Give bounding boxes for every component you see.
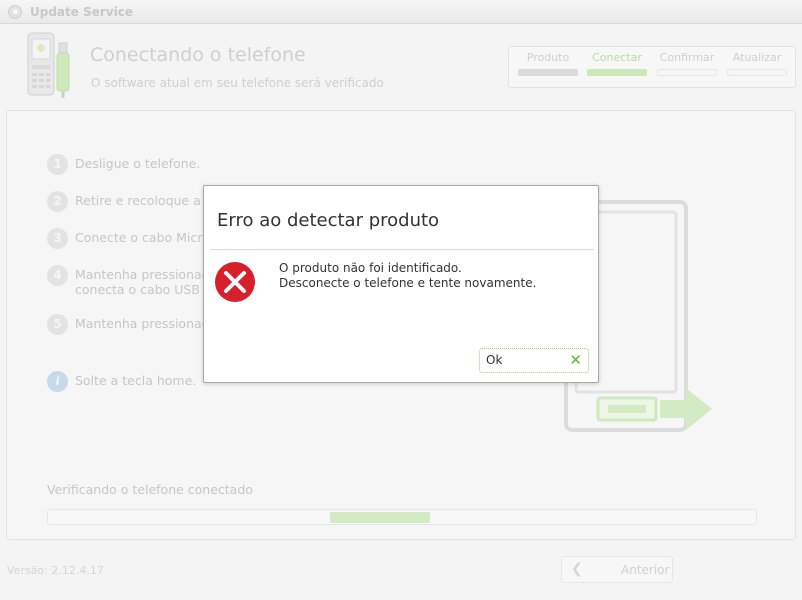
- progress-bar: [47, 509, 757, 525]
- back-button-label: Anterior: [621, 563, 670, 577]
- instruction-3: 3 Conecte o cabo Micro: [47, 228, 210, 249]
- step-produto: Produto: [518, 51, 578, 76]
- error-dialog: Erro ao detectar produto O produto não f…: [203, 185, 599, 383]
- close-icon: ✕: [569, 351, 582, 369]
- instruction-info: i Solte a tecla home.: [47, 371, 197, 392]
- dialog-message-line2: Desconecte o telefone e tente novamente.: [279, 276, 537, 290]
- step-label: Confirmar: [659, 51, 715, 64]
- dialog-message-line1: O produto não foi identificado.: [279, 261, 462, 275]
- step-label: Atualizar: [732, 51, 782, 64]
- step-number-badge: 3: [47, 228, 68, 249]
- title-bar: Update Service: [0, 0, 802, 24]
- step-indicator: [727, 69, 787, 76]
- instruction-text: Mantenha pressionada: [75, 316, 218, 331]
- step-conectar: Conectar: [587, 51, 647, 76]
- instruction-text: Retire e recoloque a b: [75, 193, 213, 208]
- phone-usb-icon: [27, 32, 70, 98]
- step-indicator: [518, 69, 578, 76]
- step-label: Conectar: [592, 51, 642, 64]
- ok-button-label: Ok: [486, 353, 503, 367]
- version-label: Versão: 2.12.4.17: [7, 564, 104, 577]
- info-icon: i: [47, 371, 68, 392]
- page-subtitle: O software atual em seu telefone será ve…: [91, 76, 384, 90]
- instruction-text-line2: conecta o cabo USB a: [75, 282, 212, 297]
- ok-button[interactable]: Ok ✕: [479, 348, 589, 373]
- wizard-steps: Produto Conectar Confirmar Atualizar: [508, 46, 796, 88]
- step-number-badge: 4: [47, 265, 68, 286]
- dialog-message: O produto não foi identificado. Desconec…: [279, 261, 536, 291]
- window-title: Update Service: [30, 5, 133, 19]
- instruction-1: 1 Desligue o telefone.: [47, 154, 201, 175]
- step-number-badge: 5: [47, 314, 68, 335]
- step-indicator: [587, 69, 647, 76]
- sony-ericsson-logo-icon: [8, 5, 22, 19]
- step-indicator: [657, 69, 717, 76]
- step-confirmar: Confirmar: [657, 51, 717, 76]
- instruction-text: Solte a tecla home.: [75, 373, 197, 388]
- error-icon: [215, 262, 255, 302]
- step-number-badge: 1: [47, 154, 68, 175]
- wizard-header: Conectando o telefone O software atual e…: [0, 25, 802, 107]
- step-atualizar: Atualizar: [727, 51, 787, 76]
- page-title: Conectando o telefone: [90, 44, 306, 66]
- instruction-2: 2 Retire e recoloque a b: [47, 191, 213, 212]
- dialog-divider: [210, 249, 594, 250]
- dialog-title: Erro ao detectar produto: [217, 210, 440, 231]
- instruction-text: Mantenha pressionada: [75, 267, 218, 282]
- instruction-text: Conecte o cabo Micro: [75, 230, 210, 245]
- progress-indicator: [330, 512, 430, 523]
- step-label: Produto: [526, 51, 570, 64]
- step-number-badge: 2: [47, 191, 68, 212]
- instruction-text: Desligue o telefone.: [75, 156, 201, 171]
- instruction-5: 5 Mantenha pressionada: [47, 314, 218, 335]
- back-button[interactable]: ❮ Anterior: [561, 556, 673, 583]
- progress-label: Verificando o telefone conectado: [47, 482, 253, 497]
- instruction-4: 4 Mantenha pressionada conecta o cabo US…: [47, 265, 218, 297]
- chevron-left-icon: ❮: [571, 561, 583, 577]
